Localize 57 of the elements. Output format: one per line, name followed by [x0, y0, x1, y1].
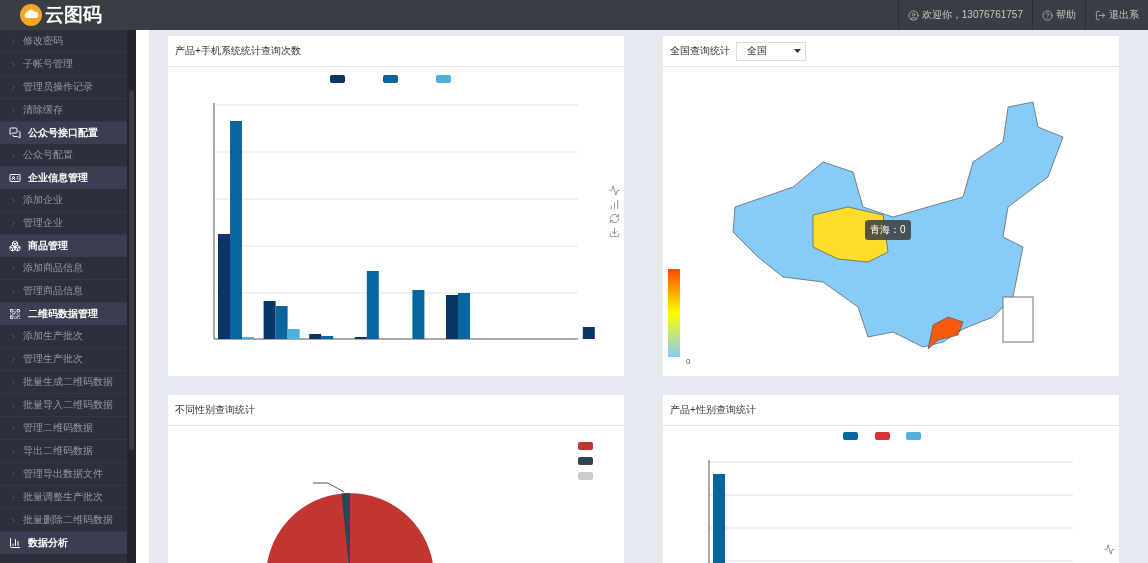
chat-bubbles-icon — [9, 127, 21, 139]
region-select[interactable]: 全国 — [736, 41, 806, 61]
line-chart-icon[interactable] — [1104, 544, 1115, 555]
sidebar-group[interactable]: 数据分析 — [0, 532, 127, 554]
logout-icon — [1095, 9, 1106, 21]
bar — [458, 293, 470, 339]
card-title: 产品+手机系统统计查询次数 — [175, 44, 301, 58]
caret-icon — [794, 49, 801, 53]
card-title: 产品+性别查询统计 — [670, 403, 756, 417]
chevron-icon — [10, 37, 17, 45]
card-title: 不同性别查询统计 — [175, 403, 255, 417]
map-tooltip: 青海：0 — [865, 220, 911, 240]
sidebar-group[interactable]: 商品管理 — [0, 235, 127, 257]
chevron-icon — [10, 401, 17, 409]
qr-code-icon — [9, 308, 21, 320]
header-link[interactable]: 帮助 — [1032, 0, 1085, 30]
chevron-icon — [10, 196, 17, 204]
chevron-icon — [10, 447, 17, 455]
chevron-icon — [10, 287, 17, 295]
help-icon — [1042, 9, 1053, 21]
line-chart-icon[interactable] — [609, 185, 620, 196]
leader-line — [312, 482, 345, 493]
refresh-icon[interactable] — [609, 213, 620, 224]
id-card-icon — [9, 172, 21, 184]
bar — [582, 327, 595, 339]
cubes-icon — [9, 240, 21, 252]
chevron-icon — [10, 378, 17, 386]
chevron-icon — [10, 60, 17, 68]
chevron-icon — [10, 516, 17, 524]
bar-chart-icon — [9, 537, 21, 549]
bar — [412, 290, 425, 339]
chevron-icon — [10, 355, 17, 363]
bar — [263, 301, 276, 339]
chevron-icon — [10, 332, 17, 340]
card-title: 全国查询统计 — [670, 44, 730, 58]
chevron-icon — [10, 424, 17, 432]
cloud-logo-icon — [20, 4, 42, 26]
sidebar-group[interactable]: 公众号接口配置 — [0, 122, 127, 144]
chevron-icon — [10, 151, 17, 159]
chevron-icon — [10, 83, 17, 91]
legend-swatches — [578, 442, 593, 480]
download-icon[interactable] — [609, 227, 620, 238]
chevron-icon — [10, 219, 17, 227]
chevron-icon — [10, 493, 17, 501]
chevron-icon — [10, 470, 17, 478]
sidebar-group[interactable]: 二维码数据管理 — [0, 303, 127, 325]
chevron-icon — [10, 264, 17, 272]
bar-chart-icon[interactable] — [609, 199, 620, 210]
chevron-icon — [10, 106, 17, 114]
header-link[interactable]: 欢迎你，13076761757 — [897, 0, 1032, 30]
bar — [446, 295, 458, 339]
sidebar-group[interactable]: 企业信息管理 — [0, 167, 127, 189]
scrollbar[interactable] — [127, 30, 136, 563]
header-link[interactable]: 退出系 — [1085, 0, 1148, 30]
user-icon — [907, 9, 919, 21]
logo-text: 云图码 — [45, 3, 102, 27]
scale-label: 0 — [686, 357, 691, 366]
